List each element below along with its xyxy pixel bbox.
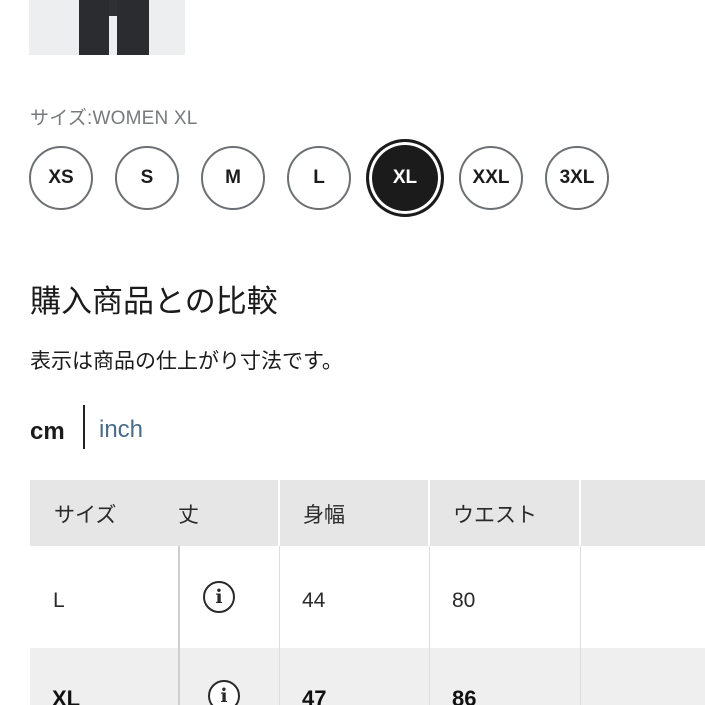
header-length: 丈 <box>178 503 199 527</box>
comparison-title: 購入商品との比較 <box>30 284 278 320</box>
header-body-width: 身幅 <box>303 503 345 527</box>
column-divider <box>580 546 581 705</box>
comparison-note: 表示は商品の仕上がり寸法です。 <box>30 349 343 373</box>
size-option-s[interactable]: S <box>115 146 179 210</box>
cell-size: XL <box>52 686 81 705</box>
thumbnail-shape <box>117 0 149 55</box>
cell-waist: 86 <box>452 686 477 705</box>
unit-divider <box>83 405 85 449</box>
info-icon[interactable]: i <box>203 581 235 613</box>
unit-inch-tab[interactable]: inch <box>99 416 143 444</box>
header-size: サイズ <box>54 503 117 527</box>
column-divider <box>429 546 430 705</box>
header-waist: ウエスト <box>453 503 537 527</box>
size-caption: サイズ:WOMEN XL <box>30 108 198 129</box>
thumbnail-shape <box>79 0 109 55</box>
sticky-column-edge <box>178 546 180 705</box>
size-option-3xl[interactable]: 3XL <box>545 146 609 210</box>
table-header-cell <box>581 480 705 546</box>
table-row <box>30 648 705 705</box>
size-option-xl-selected[interactable]: XL <box>366 139 444 217</box>
table-row <box>30 548 705 648</box>
size-option-xxl[interactable]: XXL <box>459 146 523 210</box>
cell-body-width: 44 <box>302 589 326 612</box>
product-thumbnail[interactable] <box>29 0 185 55</box>
cell-body-width: 47 <box>302 686 327 705</box>
cell-size: L <box>53 589 65 612</box>
cell-waist: 80 <box>452 589 476 612</box>
column-divider <box>279 546 280 705</box>
info-icon[interactable]: i <box>208 680 240 705</box>
size-option-m[interactable]: M <box>201 146 265 210</box>
size-option-xs[interactable]: XS <box>29 146 93 210</box>
size-option-l[interactable]: L <box>287 146 351 210</box>
unit-cm-tab[interactable]: cm <box>30 418 65 446</box>
